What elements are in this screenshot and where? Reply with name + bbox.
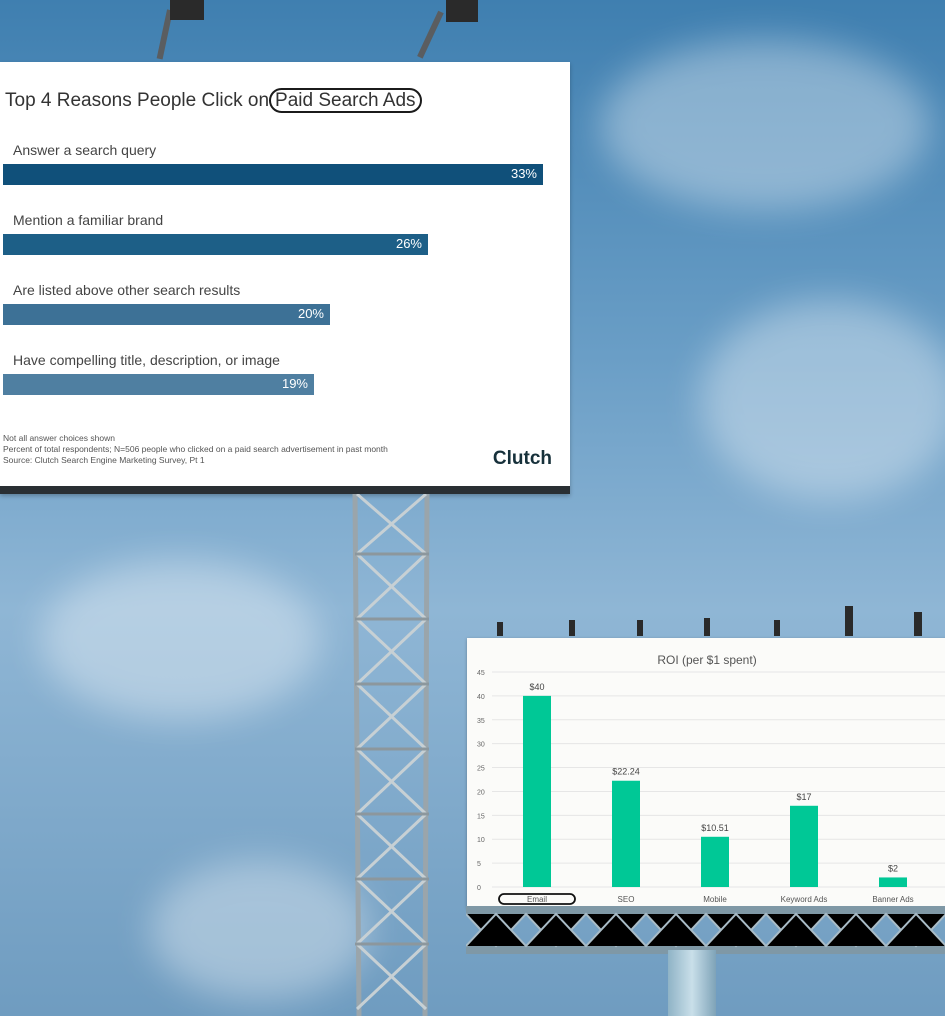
bar-category-label: Are listed above other search results [13,282,241,298]
chart-title-prefix: Top 4 Reasons People Click on [5,90,270,111]
chart-title-circled: Paid Search Ads [269,88,422,113]
y-tick-label: 40 [477,694,485,701]
lamp-icon [569,620,575,636]
y-tick-label: 15 [477,813,485,820]
bar [879,877,907,887]
x-tick-label: Banner Ads [872,895,913,904]
bar: 20% [3,304,330,325]
lamp-icon [497,622,503,636]
billboard-tower [352,494,430,1016]
bar: 33% [3,164,543,185]
bar: 26% [3,234,428,255]
bar [612,780,640,887]
bar: 19% [3,374,314,395]
billboard-roi: ROI (per $1 spent) 0 5 10 15 20 25 30 35 40 45 $4… [467,638,945,908]
x-tick-label: Keyword Ads [781,895,828,904]
footnote-2: Percent of total respondents; N=506 peop… [3,444,388,454]
lamp-icon [774,620,780,636]
bar-value-label: 26% [395,236,422,251]
bar [701,836,729,887]
y-tick-label: 20 [477,789,485,796]
lamp-icon [845,606,853,636]
bar-value-label: 19% [281,376,308,391]
y-tick-label: 0 [477,885,481,892]
chart-title: Top 4 Reasons People Click on Paid Search… [5,88,422,113]
clutch-logo: Clutch [492,448,552,469]
lamp-icon [637,620,643,636]
x-tick-label: SEO [618,895,635,904]
bar-value-label: $40 [529,682,544,692]
bar-category-label: Have compelling title, description, or i… [13,352,280,368]
footnote-1: Not all answer choices shown [3,433,115,443]
y-tick-label: 5 [477,861,481,868]
lamp-icon [446,0,478,22]
y-tick-label: 10 [477,837,485,844]
footnote-3: Source: Clutch Search Engine Marketing S… [3,455,205,465]
bar-value-label: $10.51 [701,823,729,833]
lamp-icon [914,612,922,636]
bar-value-label: $22.24 [612,767,640,777]
roi-chart-title: ROI (per $1 spent) [657,653,756,667]
bar-value-label: 20% [297,306,324,321]
lamp-icon [704,618,710,636]
y-tick-label: 25 [477,766,485,773]
y-tick-label: 45 [477,670,485,677]
billboard-pole [668,950,716,1016]
bar-category-label: Answer a search query [13,142,157,158]
bar-value-label: 33% [510,166,537,181]
lamp-icon [170,0,204,20]
y-tick-label: 30 [477,742,485,749]
bar-category-label: Mention a familiar brand [13,212,164,228]
bar [790,805,818,887]
bar-value-label: $17 [796,792,811,802]
y-tick-label: 35 [477,718,485,725]
x-tick-label: Mobile [703,895,727,904]
bar-value-label: $2 [888,863,898,873]
x-tick-label: Email [527,895,547,904]
roi-bar-chart: ROI (per $1 spent) 0 5 10 15 20 25 30 35 40 45 $4… [477,653,945,905]
bar [523,695,551,887]
billboard-reasons: Top 4 Reasons People Click on Paid Search… [0,62,570,494]
